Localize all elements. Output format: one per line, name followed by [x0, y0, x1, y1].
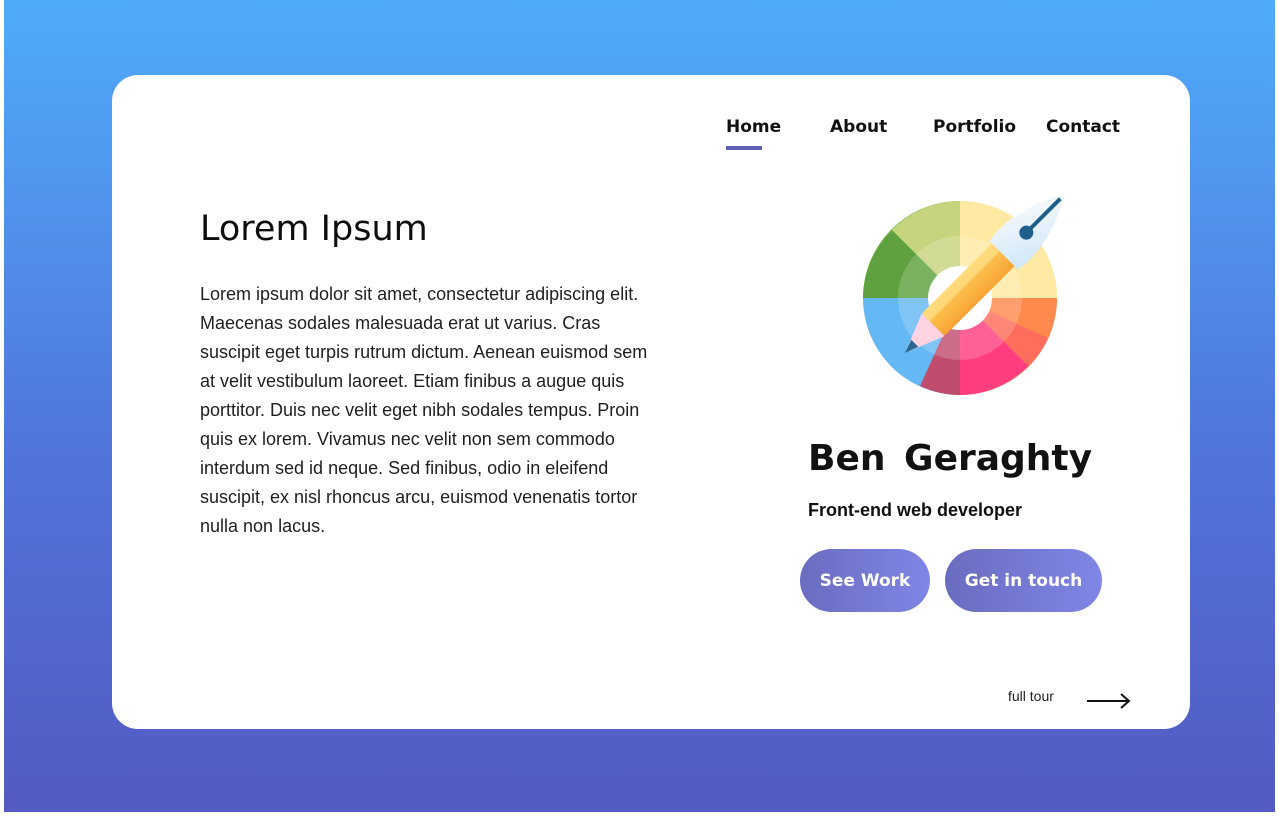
color-wheel-pen-pencil-icon: [863, 193, 1066, 395]
profile-name: Ben Geraghty: [808, 438, 1093, 479]
full-tour-link[interactable]: full tour: [1008, 688, 1054, 704]
nav-active-indicator: [726, 146, 762, 150]
hero-body: Lorem ipsum dolor sit amet, consectetur …: [200, 284, 648, 536]
see-work-button[interactable]: See Work: [800, 549, 930, 612]
arrow-right-icon[interactable]: [1086, 691, 1132, 711]
nav-about-label: About: [830, 117, 888, 137]
nav-contact-label: Contact: [1046, 117, 1121, 137]
page-background: Home About Portfolio Contact Lorem Ipsum…: [4, 0, 1275, 812]
hero-title: Lorem Ipsum: [200, 209, 428, 249]
profile-role: Front-end web developer: [808, 500, 1023, 520]
top-nav: Home About Portfolio Contact: [112, 117, 1190, 157]
nav-contact[interactable]: Contact: [1046, 117, 1120, 137]
nav-home[interactable]: Home: [726, 117, 782, 150]
get-in-touch-button[interactable]: Get in touch: [945, 549, 1102, 612]
nav-portfolio-label: Portfolio: [933, 117, 1017, 137]
main-card: Home About Portfolio Contact Lorem Ipsum…: [112, 75, 1190, 729]
nav-portfolio[interactable]: Portfolio: [933, 117, 1016, 137]
nav-home-label: Home: [726, 117, 782, 137]
nav-about[interactable]: About: [830, 117, 887, 137]
